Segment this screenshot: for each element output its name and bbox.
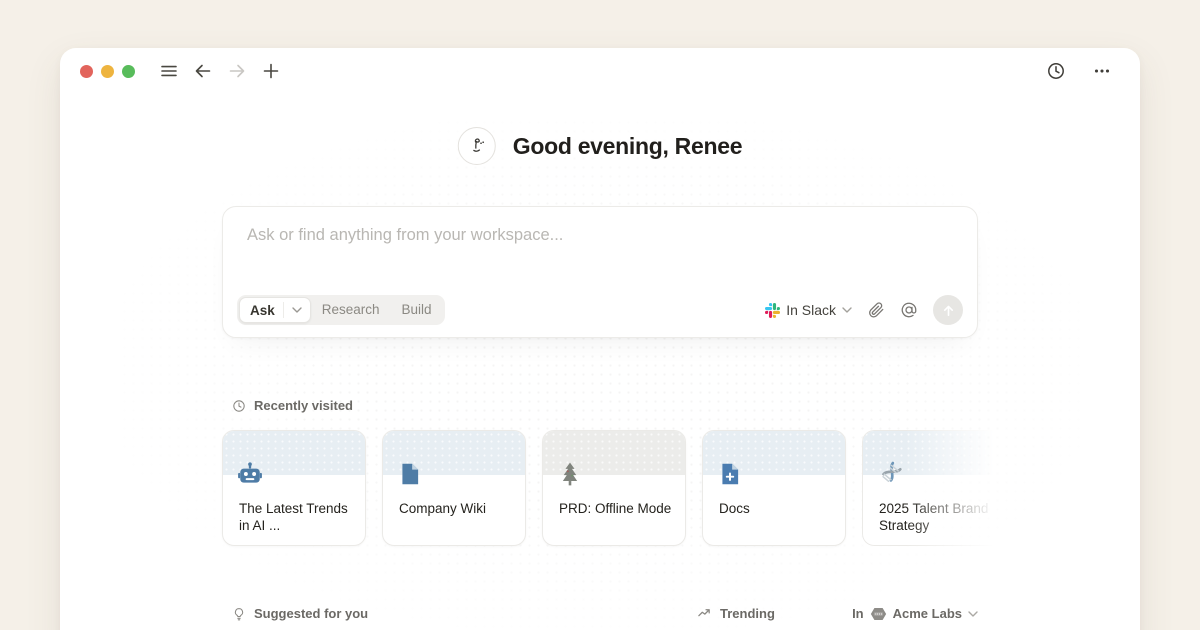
traffic-lights [80,65,135,78]
history-clock-icon[interactable] [1042,57,1070,85]
card-title: 2025 Talent Brand Strategy [879,500,993,534]
mode-ask-button[interactable]: Ask [239,297,311,323]
robot-icon [237,461,263,487]
zoom-window-button[interactable] [122,65,135,78]
mode-build-button[interactable]: Build [391,297,443,323]
mode-switcher: Ask Research Build [237,295,445,325]
greeting-title: Good evening, Renee [513,133,742,160]
submit-arrow-up-button[interactable] [933,295,963,325]
document-plus-icon [717,461,743,487]
more-ellipsis-icon[interactable] [1088,57,1116,85]
recently-visited-cards: The Latest Trends in AI ... Company Wiki [222,430,1006,546]
mode-research-button[interactable]: Research [311,297,391,323]
scope-in-slack-button[interactable]: In Slack [765,302,852,318]
card-title: Company Wiki [399,500,513,517]
recent-card-company-wiki[interactable]: Company Wiki [382,430,526,546]
recent-card-latest-trends[interactable]: The Latest Trends in AI ... [222,430,366,546]
clock-icon [232,399,246,413]
workspace-name: Acme Labs [893,606,962,621]
close-window-button[interactable] [80,65,93,78]
recent-card-talent-brand-strategy[interactable]: 2025 Talent Brand Strategy [862,430,1006,546]
composer-actions: In Slack [765,295,963,325]
slack-icon [765,303,780,318]
bottom-sections: Suggested for you Trending In Acme Labs [222,604,978,630]
scope-label: In Slack [786,302,836,318]
greeting: Good evening, Renee [458,127,742,165]
suggested-for-you-header: Suggested for you [232,606,368,621]
recent-card-prd-offline-mode[interactable]: PRD: Offline Mode [542,430,686,546]
lightbulb-icon [232,607,246,621]
attach-paperclip-icon[interactable] [867,301,885,319]
composer-footer: Ask Research Build [237,295,963,325]
trending-header: Trending [697,606,775,621]
workspace-filter-dropdown[interactable]: In Acme Labs [852,606,978,621]
workspace-filter-prefix: In [852,606,864,621]
tree-icon [557,461,583,487]
card-title: The Latest Trends in AI ... [239,500,353,534]
trending-up-icon [697,606,712,621]
acme-labs-logo-icon [870,607,887,621]
minimize-window-button[interactable] [101,65,114,78]
card-title: PRD: Offline Mode [559,500,673,517]
ask-composer: Ask Research Build [222,206,978,338]
notion-ai-face-icon [458,127,496,165]
recently-visited-label: Recently visited [254,398,353,413]
mode-ask-label: Ask [240,303,283,318]
background-dot-pattern [120,118,1080,628]
document-icon [397,461,423,487]
plus-icon[interactable] [257,57,285,85]
window-toolbar [60,48,1140,94]
chevron-down-icon[interactable] [284,307,310,313]
chevron-down-icon [968,611,978,617]
recently-visited-header: Recently visited [232,398,353,413]
card-title: Docs [719,500,833,517]
recent-card-docs[interactable]: Docs [702,430,846,546]
suggested-for-you-label: Suggested for you [254,606,368,621]
mention-at-icon[interactable] [900,301,918,319]
app-window: Good evening, Renee Ask Research Build [60,48,1140,630]
back-arrow-icon[interactable] [189,57,217,85]
ask-input[interactable] [223,207,977,277]
chevron-down-icon [842,307,852,313]
forward-arrow-icon[interactable] [223,57,251,85]
trending-label: Trending [720,606,775,621]
menu-icon[interactable] [155,57,183,85]
